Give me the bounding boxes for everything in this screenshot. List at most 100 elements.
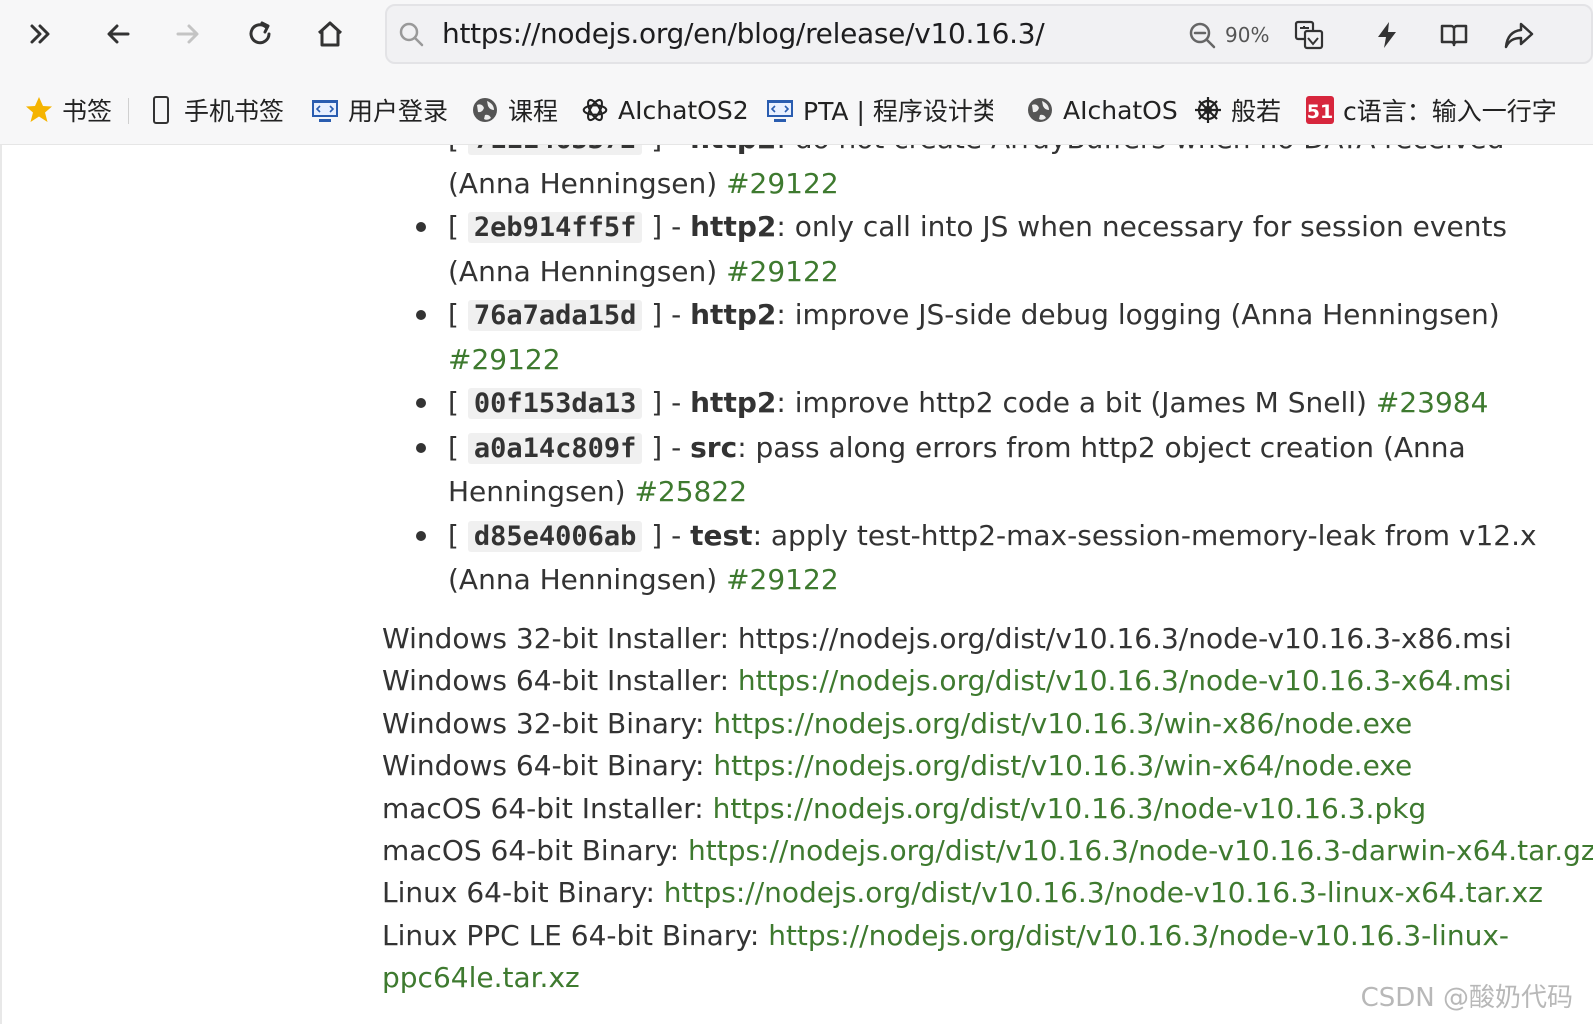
pull-request-link[interactable]: #25822 [634,475,747,508]
url-text[interactable]: https://nodejs.org/en/blog/release/v10.1… [442,17,1045,50]
download-link[interactable]: https://nodejs.org/dist/v10.16.3/node-v1… [768,919,1509,952]
changelog-item: [ d85e4006ab ] - test: apply test-http2-… [410,514,1550,602]
downloads-list: Windows 32-bit Installer: https://nodejs… [382,618,1593,1000]
bookmarks-bar: 书签 手机书签 用户登录 课程 AIchatOS2 PTA | 程序设计类实 A… [0,74,1593,145]
pull-request-link[interactable]: #29122 [726,255,839,288]
commit-hash-link[interactable]: 76a7ada15d [467,300,643,331]
home-icon[interactable] [310,14,350,54]
bookmark-label: PTA | 程序设计类实 [803,97,993,126]
changelog-list: [ 7111463372 ] - http2: do not create Ar… [410,145,1550,602]
content-border [0,145,2,1024]
zoom-level[interactable]: 90% [1225,23,1269,47]
changelog-item: [ 76a7ada15d ] - http2: improve JS-side … [410,293,1550,381]
commit-hash-link[interactable]: 7111463372 [467,145,643,155]
download-row: macOS 64-bit Installer: https://nodejs.o… [382,788,1562,830]
bracket-open: [ [448,210,468,243]
bookmark-label: 课程 [508,97,559,126]
download-link[interactable]: https://nodejs.org/dist/v10.16.3/win-x64… [713,749,1412,782]
change-description: : improve JS-side debug logging (Anna He… [776,298,1500,331]
bracket-close: ] - [642,298,691,331]
page-content: [ 7111463372 ] - http2: do not create Ar… [0,145,1593,1024]
download-link[interactable]: https://nodejs.org/dist/v10.16.3/node-v1… [713,792,1427,825]
commit-hash-link[interactable]: 00f153da13 [467,388,643,419]
bookmark-pta[interactable]: PTA | 程序设计类实 [765,92,993,128]
bookmark-label: AIchatOS [1063,95,1178,125]
translate-icon[interactable] [1292,18,1326,52]
download-label: Linux PPC LE 64-bit Binary: [382,918,769,952]
download-link[interactable]: https://nodejs.org/dist/v10.16.3/node-v1… [664,876,1543,909]
pull-request-link[interactable]: #23984 [1376,386,1489,419]
bracket-open: [ [448,518,468,552]
bookmark-course[interactable]: 课程 [470,92,558,128]
globe-icon [470,95,500,125]
reader-mode-icon[interactable] [1437,18,1471,52]
browser-toolbar: https://nodejs.org/en/blog/release/v10.1… [0,0,1593,74]
zoom-out-icon[interactable] [1187,20,1217,50]
globe-icon [1025,95,1055,125]
search-icon [399,22,424,47]
bookmark-label: 手机书签 [184,97,285,126]
download-row: Windows 32-bit Installer: https://nodejs… [382,618,1562,660]
download-label: Windows 32-bit Installer: [382,622,738,655]
subsystem-label: test [690,518,753,552]
bracket-close: ] - [642,518,691,552]
pull-request-link[interactable]: #29122 [448,343,561,376]
bracket-open: [ [448,386,468,419]
subsystem-label: src [690,430,738,464]
bookmark-user-login[interactable]: 用户登录 [310,92,448,128]
back-icon[interactable] [98,14,138,54]
code-window-icon [310,95,340,125]
subsystem-label: http2 [690,386,777,419]
changelog-item: [ a0a14c809f ] - src: pass along errors … [410,426,1550,514]
bookmark-label: AIchatOS2 [618,95,749,125]
download-link[interactable]: https://nodejs.org/dist/v10.16.3/win-x86… [713,707,1412,740]
download-label: Windows 64-bit Binary: [382,749,714,783]
download-link[interactable]: ppc64le.tar.xz [382,961,580,994]
watermark: CSDN @酸奶代码 [1360,983,1573,1013]
bracket-close: ] - [642,386,691,419]
changelog-item: [ 7111463372 ] - http2: do not create Ar… [410,145,1550,205]
sidebar-toggle-icon[interactable] [20,14,60,54]
share-icon[interactable] [1502,18,1536,52]
commit-hash-link[interactable]: d85e4006ab [467,520,643,552]
bracket-close: ] - [642,210,691,243]
change-description: : improve http2 code a bit (James M Snel… [776,386,1376,419]
wheel-icon [1193,95,1223,125]
subsystem-label: http2 [690,210,777,243]
pull-request-link[interactable]: #29122 [726,563,839,596]
bookmark-banruo[interactable]: 般若 [1193,92,1281,128]
bookmark-label: c语言：输入一行字 [1343,97,1557,126]
bookmark-mobile[interactable]: 手机书签 [146,92,284,128]
bookmark-aichatos2[interactable]: AIchatOS2 [580,92,749,128]
download-row: Linux 64-bit Binary: https://nodejs.org/… [382,872,1562,914]
download-label: macOS 64-bit Installer: [382,791,713,825]
code-window-icon [765,95,795,125]
download-row: macOS 64-bit Binary: https://nodejs.org/… [382,830,1593,872]
commit-hash-link[interactable]: 2eb914ff5f [467,212,643,243]
bracket-open: [ [448,298,468,331]
bookmark-label: 书签 [62,97,113,126]
bracket-open: [ [448,430,468,464]
forward-icon[interactable] [168,14,208,54]
download-row: Windows 64-bit Installer: https://nodejs… [382,660,1562,702]
openai-icon [580,95,610,125]
subsystem-label: http2 [690,298,777,331]
download-label: Windows 32-bit Binary: [382,706,714,740]
download-row: Linux PPC LE 64-bit Binary: https://node… [382,915,1562,957]
download-link[interactable]: https://nodejs.org/dist/v10.16.3/node-v1… [688,834,1593,867]
bookmark-c-language[interactable]: 51 c语言：输入一行字 [1305,92,1573,128]
address-bar[interactable]: https://nodejs.org/en/blog/release/v10.1… [385,4,1593,64]
commit-hash-link[interactable]: a0a14c809f [467,432,643,464]
download-link[interactable]: https://nodejs.org/dist/v10.16.3/node-v1… [738,622,1512,655]
pull-request-link[interactable]: #29122 [726,167,839,200]
bracket-open: [ [448,145,468,155]
changelog-item: [ 2eb914ff5f ] - http2: only call into J… [410,205,1550,293]
lightning-icon[interactable] [1370,18,1404,52]
reload-icon[interactable] [240,14,280,54]
bracket-close: ] - [642,430,691,464]
bookmark-aichatos[interactable]: AIchatOS [1025,92,1178,128]
subsystem-label: http2 [690,145,776,155]
bracket-close: ] - [642,145,690,155]
download-link[interactable]: https://nodejs.org/dist/v10.16.3/node-v1… [738,664,1512,697]
bookmark-folder[interactable]: 书签 [24,92,112,128]
